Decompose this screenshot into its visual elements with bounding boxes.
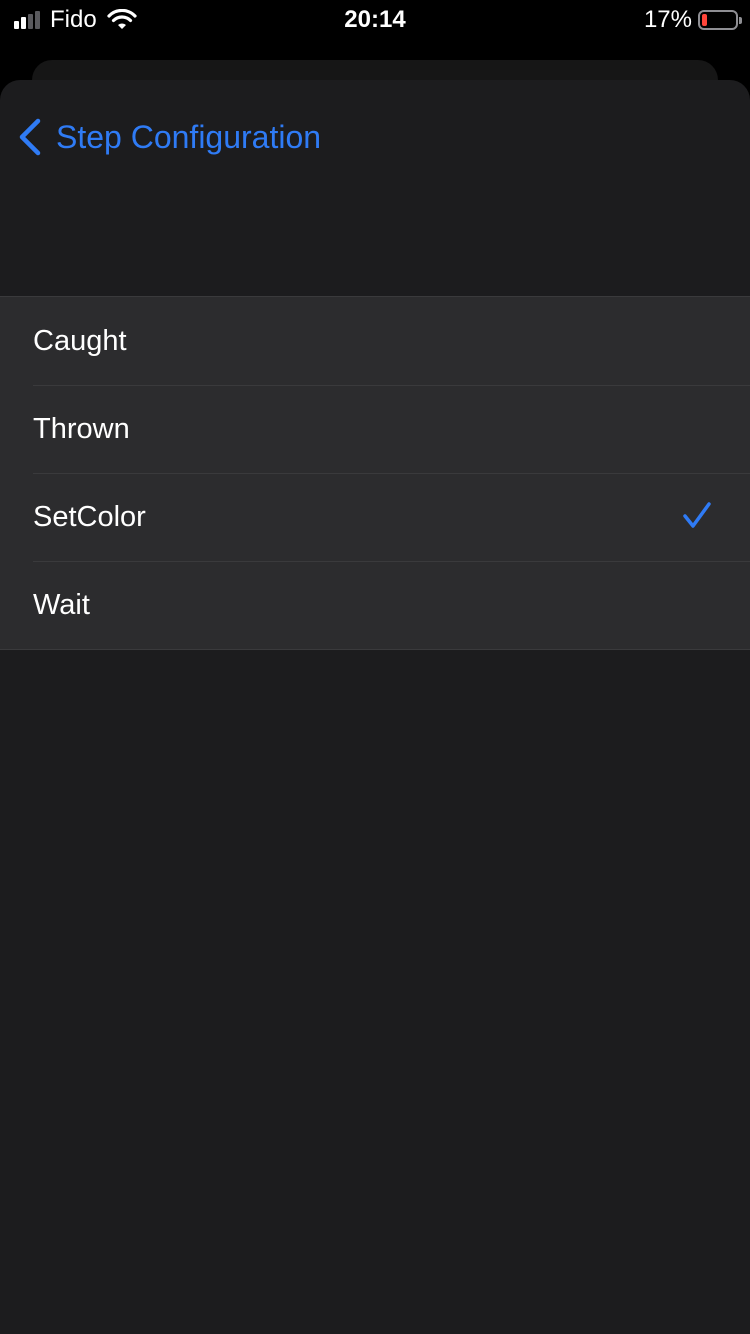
back-button-label: Step Configuration [56,118,322,155]
status-right: 17% [643,6,742,34]
checkmark-icon [683,502,711,528]
back-button[interactable]: Step Configuration [16,114,321,160]
options-list: Caught Thrown SetColor Wait [0,296,750,650]
battery-percentage: 17% [643,6,692,33]
option-label: SetColor [33,500,146,533]
chevron-left-icon [19,118,41,156]
option-row-setcolor[interactable]: SetColor [0,473,750,561]
status-time: 20:14 [344,6,406,33]
option-row-caught[interactable]: Caught [0,297,750,385]
battery-fill [702,14,707,26]
status-bar: Fido 20:14 17% [0,0,750,40]
option-label: Caught [33,324,127,357]
option-label: Thrown [33,412,130,445]
battery-nub [739,17,742,24]
option-row-thrown[interactable]: Thrown [0,385,750,473]
option-row-wait[interactable]: Wait [0,561,750,649]
battery-icon [698,10,742,30]
modal-sheet: Step Configuration Caught Thrown SetColo… [0,80,750,1334]
option-label: Wait [33,588,90,621]
